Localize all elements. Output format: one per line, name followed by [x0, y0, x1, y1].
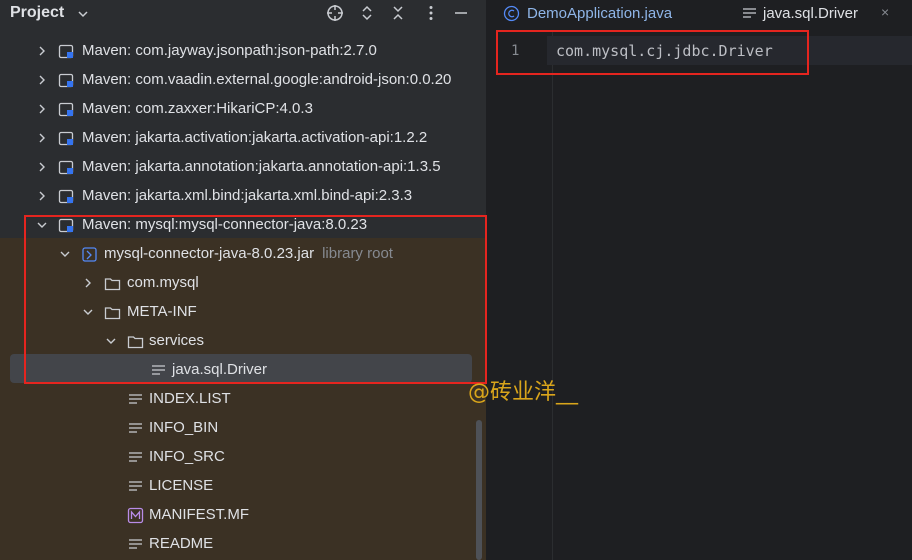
- library-icon: [58, 189, 74, 204]
- manifest-icon: [127, 507, 144, 524]
- tree-row-maven-activation[interactable]: Maven: jakarta.activation:jakarta.activa…: [0, 124, 486, 153]
- jar-name: mysql-connector-java-8.0.23.jar: [104, 245, 315, 262]
- chevron-right-icon[interactable]: [36, 103, 48, 115]
- tree-row-label: Maven: com.zaxxer:HikariCP:4.0.3: [82, 100, 313, 117]
- tree-row-maven-mysql-connector[interactable]: Maven: mysql:mysql-connector-java:8.0.23: [0, 211, 486, 240]
- more-vertical-icon[interactable]: [422, 4, 440, 22]
- collapse-all-icon[interactable]: [389, 4, 407, 22]
- chevron-right-icon[interactable]: [36, 190, 48, 202]
- editor: DemoApplication.java java.sql.Driver × 1…: [487, 0, 912, 560]
- project-panel-header: Project: [0, 0, 486, 30]
- library-icon: [58, 73, 74, 88]
- library-root-hint: library root: [322, 245, 393, 262]
- chevron-right-icon[interactable]: [36, 161, 48, 173]
- tree-row-label: Maven: com.vaadin.external.google:androi…: [82, 71, 452, 88]
- tree-row-license[interactable]: LICENSE: [0, 472, 486, 501]
- tree-row-label: MANIFEST.MF: [149, 506, 249, 523]
- chevron-right-icon[interactable]: [36, 45, 48, 57]
- expand-all-icon[interactable]: [358, 4, 376, 22]
- tree-row-label: INDEX.LIST: [149, 390, 231, 407]
- minimize-icon[interactable]: [452, 4, 470, 22]
- crosshair-icon[interactable]: [326, 4, 344, 22]
- tree-row-maven-json-path[interactable]: Maven: com.jayway.jsonpath:json-path:2.7…: [0, 37, 486, 66]
- tree-scrollbar[interactable]: [476, 420, 482, 560]
- tree-row-maven-android-json[interactable]: Maven: com.vaadin.external.google:androi…: [0, 66, 486, 95]
- library-icon: [58, 160, 74, 175]
- class-icon: [503, 5, 520, 22]
- chevron-down-icon[interactable]: [36, 219, 48, 231]
- close-icon[interactable]: ×: [881, 4, 889, 20]
- text-file-icon: [152, 365, 165, 375]
- library-icon: [58, 44, 74, 59]
- folder-icon: [104, 307, 121, 320]
- tree-row-readme[interactable]: README: [0, 530, 486, 559]
- tree-row-label: services: [149, 332, 205, 349]
- tree-row-label: LICENSE: [149, 477, 214, 494]
- tab-label: java.sql.Driver: [763, 5, 859, 22]
- tree-row-maven-annotation[interactable]: Maven: jakarta.annotation:jakarta.annota…: [0, 153, 486, 182]
- text-file-icon: [129, 423, 142, 433]
- tree-row-label: mysql-connector-java-8.0.23.jar library r…: [104, 245, 393, 262]
- tab-demo-application[interactable]: DemoApplication.java: [503, 0, 703, 30]
- tree-row-label: README: [149, 535, 214, 552]
- library-icon: [58, 102, 74, 117]
- tree-row-label: Maven: jakarta.annotation:jakarta.annota…: [82, 158, 441, 175]
- tree-row-label: Maven: jakarta.activation:jakarta.activa…: [82, 129, 428, 146]
- project-panel-title[interactable]: Project: [10, 4, 64, 22]
- tab-label: DemoApplication.java: [527, 5, 673, 22]
- text-file-icon: [129, 452, 142, 462]
- gutter-separator: [552, 30, 553, 560]
- chevron-down-icon[interactable]: [82, 306, 94, 318]
- chevron-down-icon[interactable]: [59, 248, 71, 260]
- tab-java-sql-driver[interactable]: java.sql.Driver ×: [723, 0, 912, 30]
- tree-row-label: Maven: mysql:mysql-connector-java:8.0.23: [82, 216, 368, 233]
- project-panel: Project Maven: com.jayway.jsonpath:json-…: [0, 0, 486, 560]
- text-file-icon: [129, 394, 142, 404]
- chevron-right-icon[interactable]: [82, 277, 94, 289]
- tree-row-label: Maven: jakarta.xml.bind:jakarta.xml.bind…: [82, 187, 413, 204]
- tree-row-manifest[interactable]: MANIFEST.MF: [0, 501, 486, 530]
- tree-row-meta-inf[interactable]: META-INF: [0, 298, 486, 327]
- watermark: @砖业洋__: [468, 380, 579, 405]
- folder-icon: [127, 336, 144, 349]
- jar-icon: [82, 247, 97, 262]
- code-line[interactable]: com.mysql.cj.jdbc.Driver: [556, 42, 773, 60]
- tree-row-jar[interactable]: mysql-connector-java-8.0.23.jar library r…: [0, 240, 486, 269]
- tree-row-label: META-INF: [127, 303, 197, 320]
- folder-icon: [104, 278, 121, 291]
- tree-row-services[interactable]: services: [0, 327, 486, 356]
- line-number: 1: [511, 43, 520, 59]
- tree-row-com-mysql[interactable]: com.mysql: [0, 269, 486, 298]
- tree-row-index-list[interactable]: INDEX.LIST: [0, 385, 486, 414]
- tree-row-label: INFO_BIN: [149, 419, 219, 436]
- text-file-icon: [129, 539, 142, 549]
- tree-row-info-src[interactable]: INFO_SRC: [0, 443, 486, 472]
- tree-row-java-sql-driver[interactable]: java.sql.Driver: [0, 356, 486, 385]
- tree-row-maven-hikaricp[interactable]: Maven: com.zaxxer:HikariCP:4.0.3: [0, 95, 486, 124]
- text-file-icon: [743, 8, 756, 18]
- editor-tab-bar: DemoApplication.java java.sql.Driver ×: [487, 0, 912, 30]
- text-file-icon: [129, 481, 142, 491]
- tree-row-label: com.mysql: [127, 274, 199, 291]
- tree-row-label: java.sql.Driver: [172, 361, 268, 378]
- library-icon: [58, 218, 74, 233]
- chevron-right-icon[interactable]: [36, 74, 48, 86]
- chevron-right-icon[interactable]: [36, 132, 48, 144]
- tree-row-label: INFO_SRC: [149, 448, 225, 465]
- tree-row-label: Maven: com.jayway.jsonpath:json-path:2.7…: [82, 42, 377, 59]
- chevron-down-icon[interactable]: [105, 335, 117, 347]
- chevron-down-icon[interactable]: [76, 7, 90, 21]
- tree-row-info-bin[interactable]: INFO_BIN: [0, 414, 486, 443]
- library-icon: [58, 131, 74, 146]
- tree-row-maven-xml-bind[interactable]: Maven: jakarta.xml.bind:jakarta.xml.bind…: [0, 182, 486, 211]
